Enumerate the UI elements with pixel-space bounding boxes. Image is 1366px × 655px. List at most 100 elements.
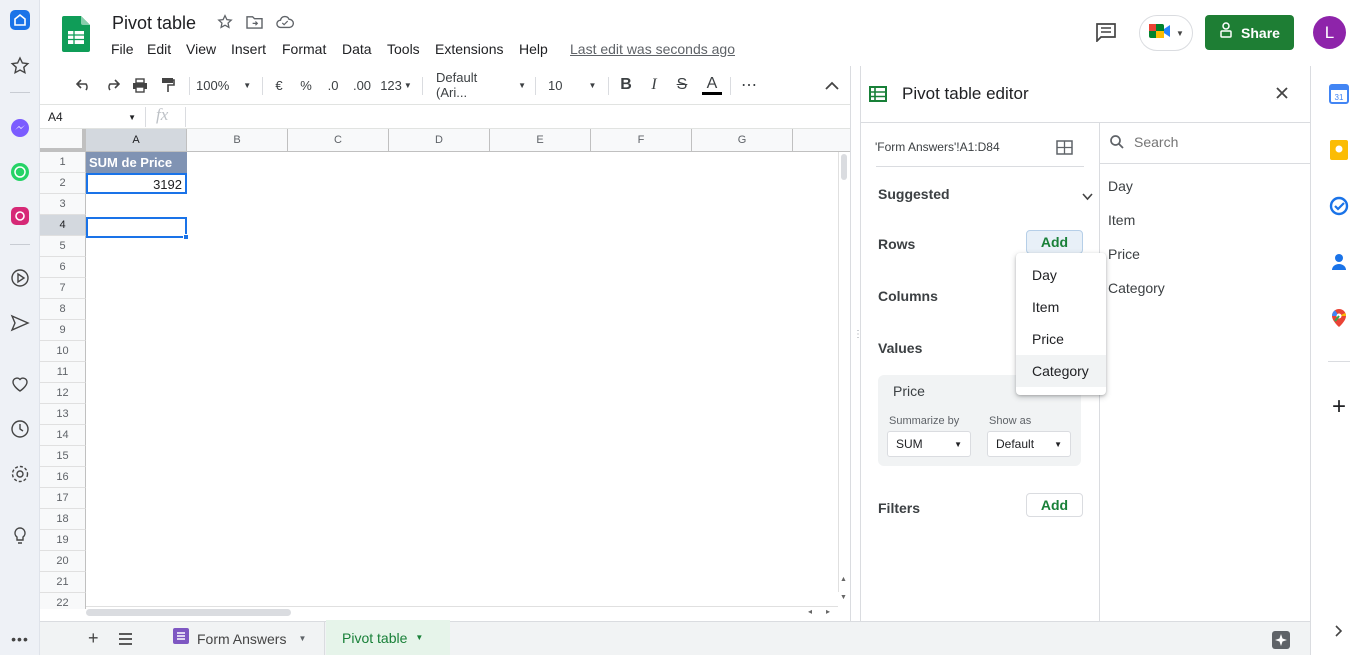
dropdown-item-day[interactable]: Day xyxy=(1016,259,1106,291)
vertical-scroll-thumb[interactable] xyxy=(841,154,847,180)
currency-format-button[interactable]: € xyxy=(270,69,288,101)
decrease-decimal-button[interactable]: .0 xyxy=(322,69,344,101)
share-button[interactable]: Share xyxy=(1205,15,1294,50)
redo-icon[interactable] xyxy=(102,69,122,101)
row-header[interactable]: 5 xyxy=(40,236,86,257)
collapse-toolbar-icon[interactable] xyxy=(822,69,842,101)
menu-data[interactable]: Data xyxy=(342,41,372,57)
cell-a1[interactable]: SUM de Price xyxy=(86,152,187,173)
row-header[interactable]: 14 xyxy=(40,425,86,446)
dropdown-item-category[interactable]: Category xyxy=(1016,355,1106,387)
italic-button[interactable]: I xyxy=(644,69,664,101)
row-header[interactable]: 6 xyxy=(40,257,86,278)
close-icon[interactable] xyxy=(1275,86,1289,105)
field-item-price[interactable]: Price xyxy=(1108,246,1140,262)
more-options-button[interactable]: ⋯ xyxy=(739,69,759,101)
row-header[interactable]: 4 xyxy=(40,215,86,236)
row-header[interactable]: 2 xyxy=(40,173,86,194)
scroll-down-icon[interactable]: ▼ xyxy=(840,594,847,601)
percent-format-button[interactable]: % xyxy=(297,69,315,101)
column-header-b[interactable]: B xyxy=(187,129,288,152)
cloud-saved-icon[interactable] xyxy=(276,15,294,34)
chevron-down-icon[interactable] xyxy=(1082,188,1093,206)
home-icon[interactable] xyxy=(8,8,32,32)
column-header-h[interactable] xyxy=(793,129,850,152)
lightbulb-icon[interactable] xyxy=(8,524,32,548)
show-as-select[interactable]: Default ▼ xyxy=(987,431,1071,457)
row-header[interactable]: 10 xyxy=(40,341,86,362)
menu-file[interactable]: File xyxy=(111,41,134,57)
row-header[interactable]: 11 xyxy=(40,362,86,383)
send-icon[interactable] xyxy=(8,311,32,335)
filters-add-button[interactable]: Add xyxy=(1026,493,1083,517)
select-all-corner[interactable] xyxy=(40,129,86,152)
panel-splitter[interactable] xyxy=(850,66,860,621)
add-sheet-icon[interactable]: + xyxy=(88,628,99,649)
calendar-icon[interactable]: 31 xyxy=(1329,84,1349,104)
chevron-right-icon[interactable] xyxy=(1329,621,1349,641)
row-header[interactable]: 19 xyxy=(40,530,86,551)
field-search-input[interactable] xyxy=(1134,132,1294,152)
last-edit-link[interactable]: Last edit was seconds ago xyxy=(570,41,735,57)
zoom-select[interactable]: 100% ▼ xyxy=(196,69,256,101)
avatar[interactable]: L xyxy=(1313,16,1346,49)
row-header[interactable]: 17 xyxy=(40,488,86,509)
move-folder-icon[interactable] xyxy=(246,14,263,34)
cell-a4-selected[interactable] xyxy=(86,217,187,238)
messenger-icon[interactable] xyxy=(8,116,32,140)
row-header[interactable]: 3 xyxy=(40,194,86,215)
menu-help[interactable]: Help xyxy=(519,41,548,57)
dropdown-item-price[interactable]: Price xyxy=(1016,323,1106,355)
settings-icon[interactable] xyxy=(8,462,32,486)
row-header[interactable]: 20 xyxy=(40,551,86,572)
comments-icon[interactable] xyxy=(1095,22,1117,47)
row-header[interactable]: 21 xyxy=(40,572,86,593)
column-header-d[interactable]: D xyxy=(389,129,490,152)
suggested-label[interactable]: Suggested xyxy=(878,186,950,202)
column-header-e[interactable]: E xyxy=(490,129,591,152)
history-icon[interactable] xyxy=(8,417,32,441)
font-select[interactable]: Default (Ari... ▼ xyxy=(436,69,526,101)
row-header[interactable]: 13 xyxy=(40,404,86,425)
maps-icon[interactable] xyxy=(1329,308,1349,328)
keep-icon[interactable] xyxy=(1329,140,1349,160)
row-header[interactable]: 16 xyxy=(40,467,86,488)
sheet-tab-form-answers[interactable]: Form Answers ▼ xyxy=(157,622,325,655)
name-box[interactable]: A4 ▼ xyxy=(48,108,140,126)
menu-extensions[interactable]: Extensions xyxy=(435,41,503,57)
meet-button[interactable]: ▼ xyxy=(1139,15,1193,51)
contacts-icon[interactable] xyxy=(1329,252,1349,272)
column-header-g[interactable]: G xyxy=(692,129,793,152)
sheet-tab-pivot-table[interactable]: Pivot table ▼ xyxy=(326,620,450,655)
menu-edit[interactable]: Edit xyxy=(147,41,171,57)
whatsapp-icon[interactable] xyxy=(8,160,32,184)
rows-add-button[interactable]: Add xyxy=(1026,230,1083,254)
column-header-a[interactable]: A xyxy=(86,129,187,152)
text-color-button[interactable]: A xyxy=(701,69,723,101)
heart-icon[interactable] xyxy=(8,372,32,396)
tasks-icon[interactable] xyxy=(1329,196,1349,216)
bold-button[interactable]: B xyxy=(616,69,636,101)
document-title[interactable]: Pivot table xyxy=(112,13,196,34)
sheets-logo-icon[interactable] xyxy=(62,16,90,57)
row-header[interactable]: 1 xyxy=(40,152,86,173)
undo-icon[interactable] xyxy=(74,69,94,101)
row-header[interactable]: 7 xyxy=(40,278,86,299)
column-header-f[interactable]: F xyxy=(591,129,692,152)
formula-input[interactable] xyxy=(192,108,832,126)
menu-view[interactable]: View xyxy=(186,41,216,57)
cell-a2[interactable]: 3192 xyxy=(86,173,187,194)
column-header-c[interactable]: C xyxy=(288,129,389,152)
field-item-day[interactable]: Day xyxy=(1108,178,1133,194)
row-header[interactable]: 22 xyxy=(40,593,86,609)
horizontal-scroll-thumb[interactable] xyxy=(86,609,291,616)
menu-format[interactable]: Format xyxy=(282,41,326,57)
data-range[interactable]: 'Form Answers'!A1:D84 xyxy=(875,140,1000,154)
play-circle-icon[interactable] xyxy=(8,266,32,290)
font-size-select[interactable]: 10 ▼ xyxy=(548,69,600,101)
strikethrough-button[interactable]: S xyxy=(672,69,692,101)
instagram-icon[interactable] xyxy=(8,204,32,228)
fill-handle[interactable] xyxy=(183,234,189,240)
add-addon-icon[interactable]: + xyxy=(1329,393,1349,420)
field-item-category[interactable]: Category xyxy=(1108,280,1165,296)
